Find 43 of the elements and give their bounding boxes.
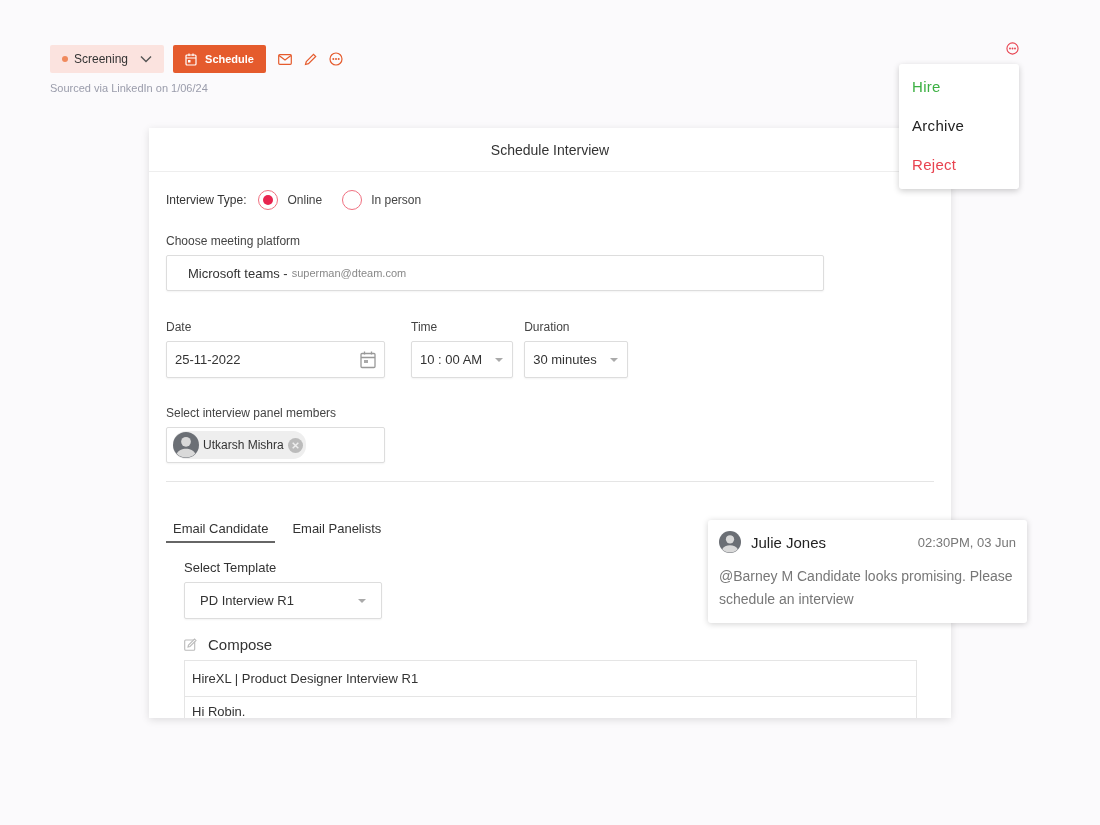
avatar-icon — [719, 531, 741, 553]
field-label: Duration — [524, 320, 571, 334]
template-dropdown[interactable]: PD Interview R1 — [184, 582, 382, 619]
field-label: Choose meeting platform — [166, 234, 302, 248]
comment-time: 02:30PM, 03 Jun — [917, 534, 1016, 550]
calendar-icon — [185, 52, 198, 66]
dropdown-caret-icon — [357, 597, 367, 604]
more-icon[interactable] — [328, 52, 343, 66]
subject-line[interactable]: HireXL | Product Designer Interview R1 — [185, 661, 916, 697]
email-tab[interactable]: Email Panelists — [285, 521, 389, 543]
calendar-icon[interactable] — [360, 350, 376, 369]
email-body[interactable]: Hi Robin. — [185, 697, 916, 718]
interview-type-label: Interview Type: — [166, 193, 247, 207]
field-label: Time — [411, 320, 439, 334]
duration-dropdown[interactable]: 30 minutes — [524, 341, 628, 378]
more-icon[interactable] — [1006, 42, 1019, 55]
compose-label: Compose — [208, 636, 273, 653]
dropdown-caret-icon — [608, 356, 619, 363]
platform-field[interactable]: Microsoft teams - superman@dteam.com — [166, 255, 824, 291]
panel-members-field[interactable]: Utkarsh Mishra — [166, 427, 385, 463]
menu-item[interactable]: Reject — [899, 156, 1019, 173]
member-chip[interactable]: Utkarsh Mishra — [173, 431, 306, 459]
chevron-down-icon — [140, 55, 153, 63]
comment-text: @Barney M Candidate looks promising. Please schedule an interview — [719, 567, 1014, 609]
edit-icon — [184, 638, 197, 651]
field-label: Select Template — [184, 560, 278, 575]
time-dropdown[interactable]: 10 : 00 AM — [411, 341, 514, 378]
schedule-button[interactable]: Schedule — [173, 45, 266, 73]
menu-item[interactable]: Archive — [899, 117, 1019, 134]
field-label: Date — [166, 320, 193, 334]
dropdown-caret-icon — [494, 356, 505, 363]
field-label: Select interview panel members — [166, 406, 338, 420]
pencil-icon[interactable] — [303, 52, 317, 66]
radio-option[interactable]: Online — [258, 190, 323, 210]
avatar-icon — [173, 432, 199, 458]
status-dropdown[interactable]: Screening — [50, 45, 165, 73]
comment-author: Julie Jones — [751, 533, 828, 551]
email-editor[interactable]: HireXL | Product Designer Interview R1 Hi Robin. — [184, 660, 917, 718]
date-field[interactable]: 25-11-2022 — [166, 341, 385, 378]
source-text: Sourced via LinkedIn on 1/06/24 — [50, 82, 208, 94]
mail-icon[interactable] — [277, 53, 292, 65]
radio-option[interactable]: In person — [342, 190, 422, 210]
email-tab[interactable]: Email Candidate — [166, 521, 276, 543]
